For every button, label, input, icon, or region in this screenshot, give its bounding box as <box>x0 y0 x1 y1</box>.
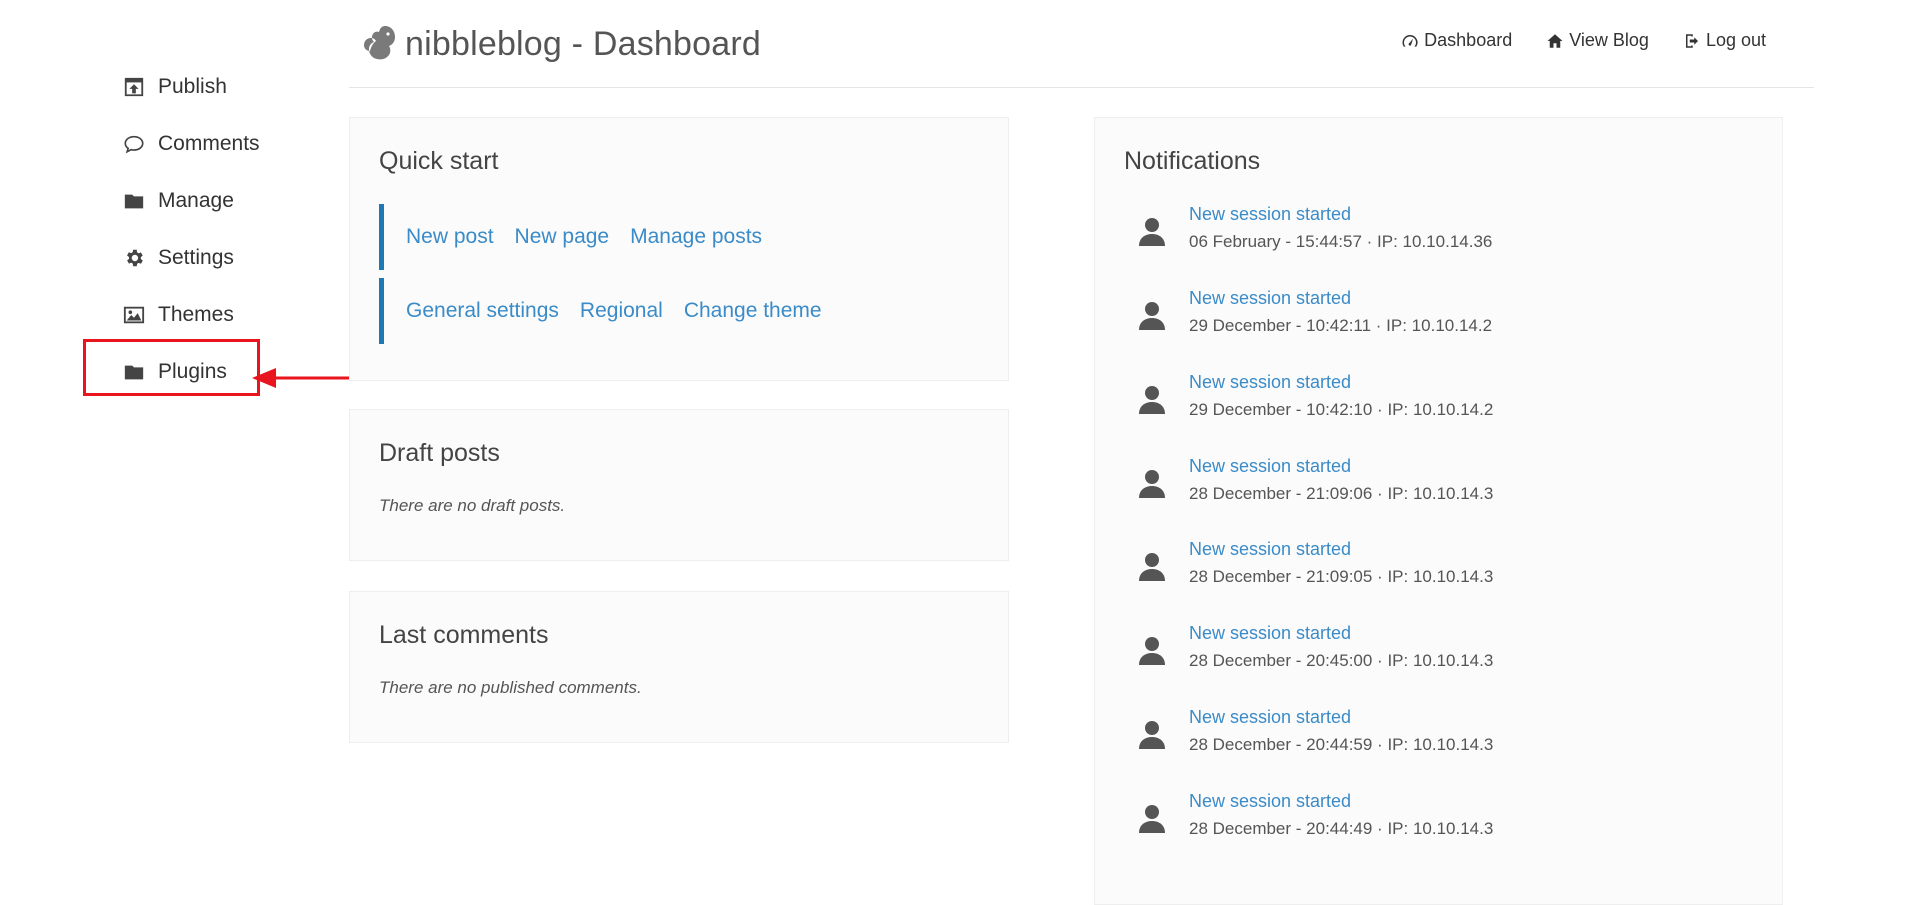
notification-item: New session started 28 December - 20:44:… <box>1137 791 1737 861</box>
gear-icon <box>122 246 146 270</box>
nav-logout-link[interactable]: Log out <box>1683 30 1766 51</box>
last-comments-title: Last comments <box>379 621 549 649</box>
top-header: nibbleblog - Dashboard Dashboard View Bl… <box>349 0 1814 88</box>
change-theme-link[interactable]: Change theme <box>684 299 822 323</box>
new-post-link[interactable]: New post <box>406 225 494 249</box>
notification-item: New session started 29 December - 10:42:… <box>1137 372 1737 442</box>
sidebar-nav: Publish Comments Manage Settings Themes … <box>122 58 322 400</box>
last-comments-empty-message: There are no published comments. <box>379 678 642 697</box>
notification-item: New session started 28 December - 21:09:… <box>1137 539 1737 609</box>
page-title: nibbleblog - Dashboard <box>405 25 761 63</box>
draft-posts-empty-message: There are no draft posts. <box>379 496 566 515</box>
notification-meta: 28 December - 20:45:00 · IP: 10.10.14.3 <box>1189 651 1494 670</box>
publish-icon <box>122 75 146 99</box>
home-icon <box>1547 33 1563 48</box>
squirrel-logo-icon <box>361 22 397 67</box>
dashboard-gauge-icon <box>1402 34 1418 47</box>
notification-meta: 28 December - 20:44:59 · IP: 10.10.14.3 <box>1189 735 1494 754</box>
brand[interactable]: nibbleblog - Dashboard <box>361 22 761 67</box>
notifications-title: Notifications <box>1124 147 1261 175</box>
user-icon <box>1137 635 1167 667</box>
notification-meta: 06 February - 15:44:57 · IP: 10.10.14.36 <box>1189 232 1493 251</box>
quick-start-row-content: New post New page Manage posts <box>379 204 783 270</box>
notification-title-link[interactable]: New session started <box>1189 456 1351 477</box>
user-icon <box>1137 384 1167 416</box>
comment-icon <box>122 132 146 156</box>
notification-meta: 29 December - 10:42:10 · IP: 10.10.14.2 <box>1189 400 1494 419</box>
user-icon <box>1137 803 1167 835</box>
user-icon <box>1137 300 1167 332</box>
regional-link[interactable]: Regional <box>580 299 663 323</box>
nav-dashboard-link[interactable]: Dashboard <box>1401 30 1512 51</box>
notification-title-link[interactable]: New session started <box>1189 539 1351 560</box>
notification-meta: 28 December - 21:09:06 · IP: 10.10.14.3 <box>1189 484 1494 503</box>
sidebar-item-label: Settings <box>158 245 234 269</box>
sidebar-item-label: Publish <box>158 74 227 98</box>
quick-start-panel: Quick start New post New page Manage pos… <box>349 117 1009 381</box>
notification-item: New session started 28 December - 20:44:… <box>1137 707 1737 777</box>
sidebar-item-label: Themes <box>158 302 234 326</box>
notification-title-link[interactable]: New session started <box>1189 791 1351 812</box>
notification-item: New session started 28 December - 21:09:… <box>1137 456 1737 526</box>
nav-dashboard-label: Dashboard <box>1424 30 1513 50</box>
notification-title-link[interactable]: New session started <box>1189 372 1351 393</box>
user-icon <box>1137 551 1167 583</box>
image-icon <box>122 303 146 327</box>
notification-title-link[interactable]: New session started <box>1189 204 1351 225</box>
top-nav: Dashboard View Blog Log out <box>1367 30 1766 51</box>
sidebar-item-settings[interactable]: Settings <box>122 229 322 286</box>
user-icon <box>1137 216 1167 248</box>
notification-meta: 28 December - 21:09:05 · IP: 10.10.14.3 <box>1189 567 1494 586</box>
notification-title-link[interactable]: New session started <box>1189 623 1351 644</box>
notification-item: New session started 06 February - 15:44:… <box>1137 204 1737 274</box>
nav-view-blog-label: View Blog <box>1569 30 1649 50</box>
notification-title-link[interactable]: New session started <box>1189 288 1351 309</box>
notification-meta: 28 December - 20:44:49 · IP: 10.10.14.3 <box>1189 819 1494 838</box>
quick-start-title: Quick start <box>379 147 499 175</box>
notification-meta: 29 December - 10:42:11 · IP: 10.10.14.2 <box>1189 316 1493 335</box>
quick-start-row-settings: General settings Regional Change theme <box>379 278 843 344</box>
sidebar-item-comments[interactable]: Comments <box>122 115 322 172</box>
sidebar-item-publish[interactable]: Publish <box>122 58 322 115</box>
folder-icon <box>122 360 146 384</box>
notification-item: New session started 28 December - 20:45:… <box>1137 623 1737 693</box>
nav-logout-label: Log out <box>1705 30 1766 50</box>
manage-posts-link[interactable]: Manage posts <box>630 225 762 249</box>
nav-view-blog-link[interactable]: View Blog <box>1546 30 1649 51</box>
notification-title-link[interactable]: New session started <box>1189 707 1351 728</box>
last-comments-panel: Last comments There are no published com… <box>349 591 1009 743</box>
sidebar-item-label: Manage <box>158 188 234 212</box>
user-icon <box>1137 468 1167 500</box>
folder-icon <box>122 189 146 213</box>
general-settings-link[interactable]: General settings <box>406 299 559 323</box>
draft-posts-panel: Draft posts There are no draft posts. <box>349 409 1009 561</box>
user-icon <box>1137 719 1167 751</box>
new-page-link[interactable]: New page <box>515 225 610 249</box>
sidebar-item-label: Comments <box>158 131 260 155</box>
sidebar-item-themes[interactable]: Themes <box>122 286 322 343</box>
sidebar-item-label: Plugins <box>158 359 227 383</box>
notification-item: New session started 29 December - 10:42:… <box>1137 288 1737 358</box>
sidebar-item-manage[interactable]: Manage <box>122 172 322 229</box>
sidebar-item-plugins[interactable]: Plugins <box>122 343 322 400</box>
logout-icon <box>1685 33 1698 48</box>
notifications-panel: Notifications New session started 06 Feb… <box>1094 117 1783 905</box>
draft-posts-title: Draft posts <box>379 439 500 467</box>
